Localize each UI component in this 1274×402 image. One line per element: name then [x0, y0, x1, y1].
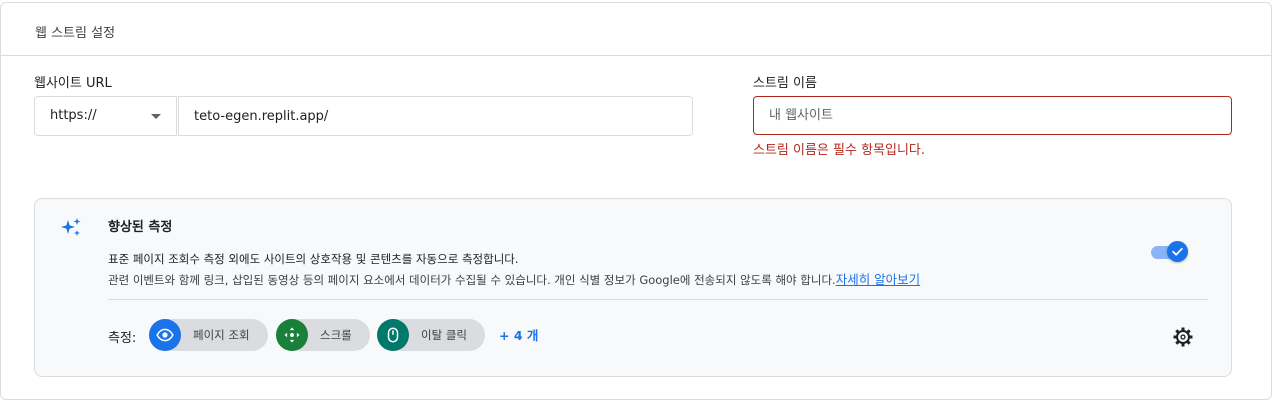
note-text: 관련 이벤트와 함께 링크, 삽입된 동영상 등의 페이지 요소에서 데이터가 … [108, 273, 836, 287]
eye-icon [149, 319, 181, 351]
check-icon [1172, 247, 1183, 256]
chip-label: 페이지 조회 [193, 328, 250, 342]
enhanced-measurement-toggle[interactable] [1151, 240, 1188, 264]
learn-more-link[interactable]: 자세히 알아보기 [836, 272, 920, 287]
enhanced-measurement-note: 관련 이벤트와 함께 링크, 삽입된 동영상 등의 페이지 요소에서 데이터가 … [108, 269, 920, 288]
enhanced-measurement-title: 향상된 측정 [108, 220, 173, 235]
card-title: 웹 스트림 설정 [35, 26, 116, 41]
chip-page-views[interactable]: 페이지 조회 [149, 319, 268, 351]
more-events-link[interactable]: + 4 개 [499, 325, 538, 344]
website-url-label: 웹사이트 URL [34, 76, 112, 91]
mouse-icon [377, 319, 409, 351]
chip-scrolls[interactable]: 스크롤 [276, 319, 370, 351]
chip-outbound-clicks[interactable]: 이탈 클릭 [377, 319, 485, 351]
enhanced-measurement-description: 표준 페이지 조회수 측정 외에도 사이트의 상호작용 및 콘텐츠를 자동으로 … [108, 252, 519, 266]
stream-name-input[interactable] [753, 96, 1232, 135]
card-header: 웹 스트림 설정 [1, 3, 1271, 56]
stream-name-label: 스트림 이름 [753, 76, 817, 91]
gear-icon[interactable] [1171, 325, 1195, 349]
toggle-thumb [1167, 241, 1188, 262]
website-url-input[interactable] [178, 96, 693, 136]
measuring-label: 측정: [108, 331, 137, 346]
scroll-icon [276, 319, 308, 351]
sparkle-icon [61, 218, 81, 236]
protocol-select[interactable]: https:// [34, 96, 177, 136]
stream-name-error: 스트림 이름은 필수 항목입니다. [753, 143, 926, 158]
enhanced-measurement-panel: 향상된 측정 표준 페이지 조회수 측정 외에도 사이트의 상호작용 및 콘텐츠… [34, 198, 1232, 377]
protocol-value: https:// [50, 108, 97, 123]
divider [108, 299, 1208, 300]
chip-label: 이탈 클릭 [421, 328, 467, 342]
chip-label: 스크롤 [320, 328, 352, 342]
chevron-down-icon [151, 114, 161, 119]
